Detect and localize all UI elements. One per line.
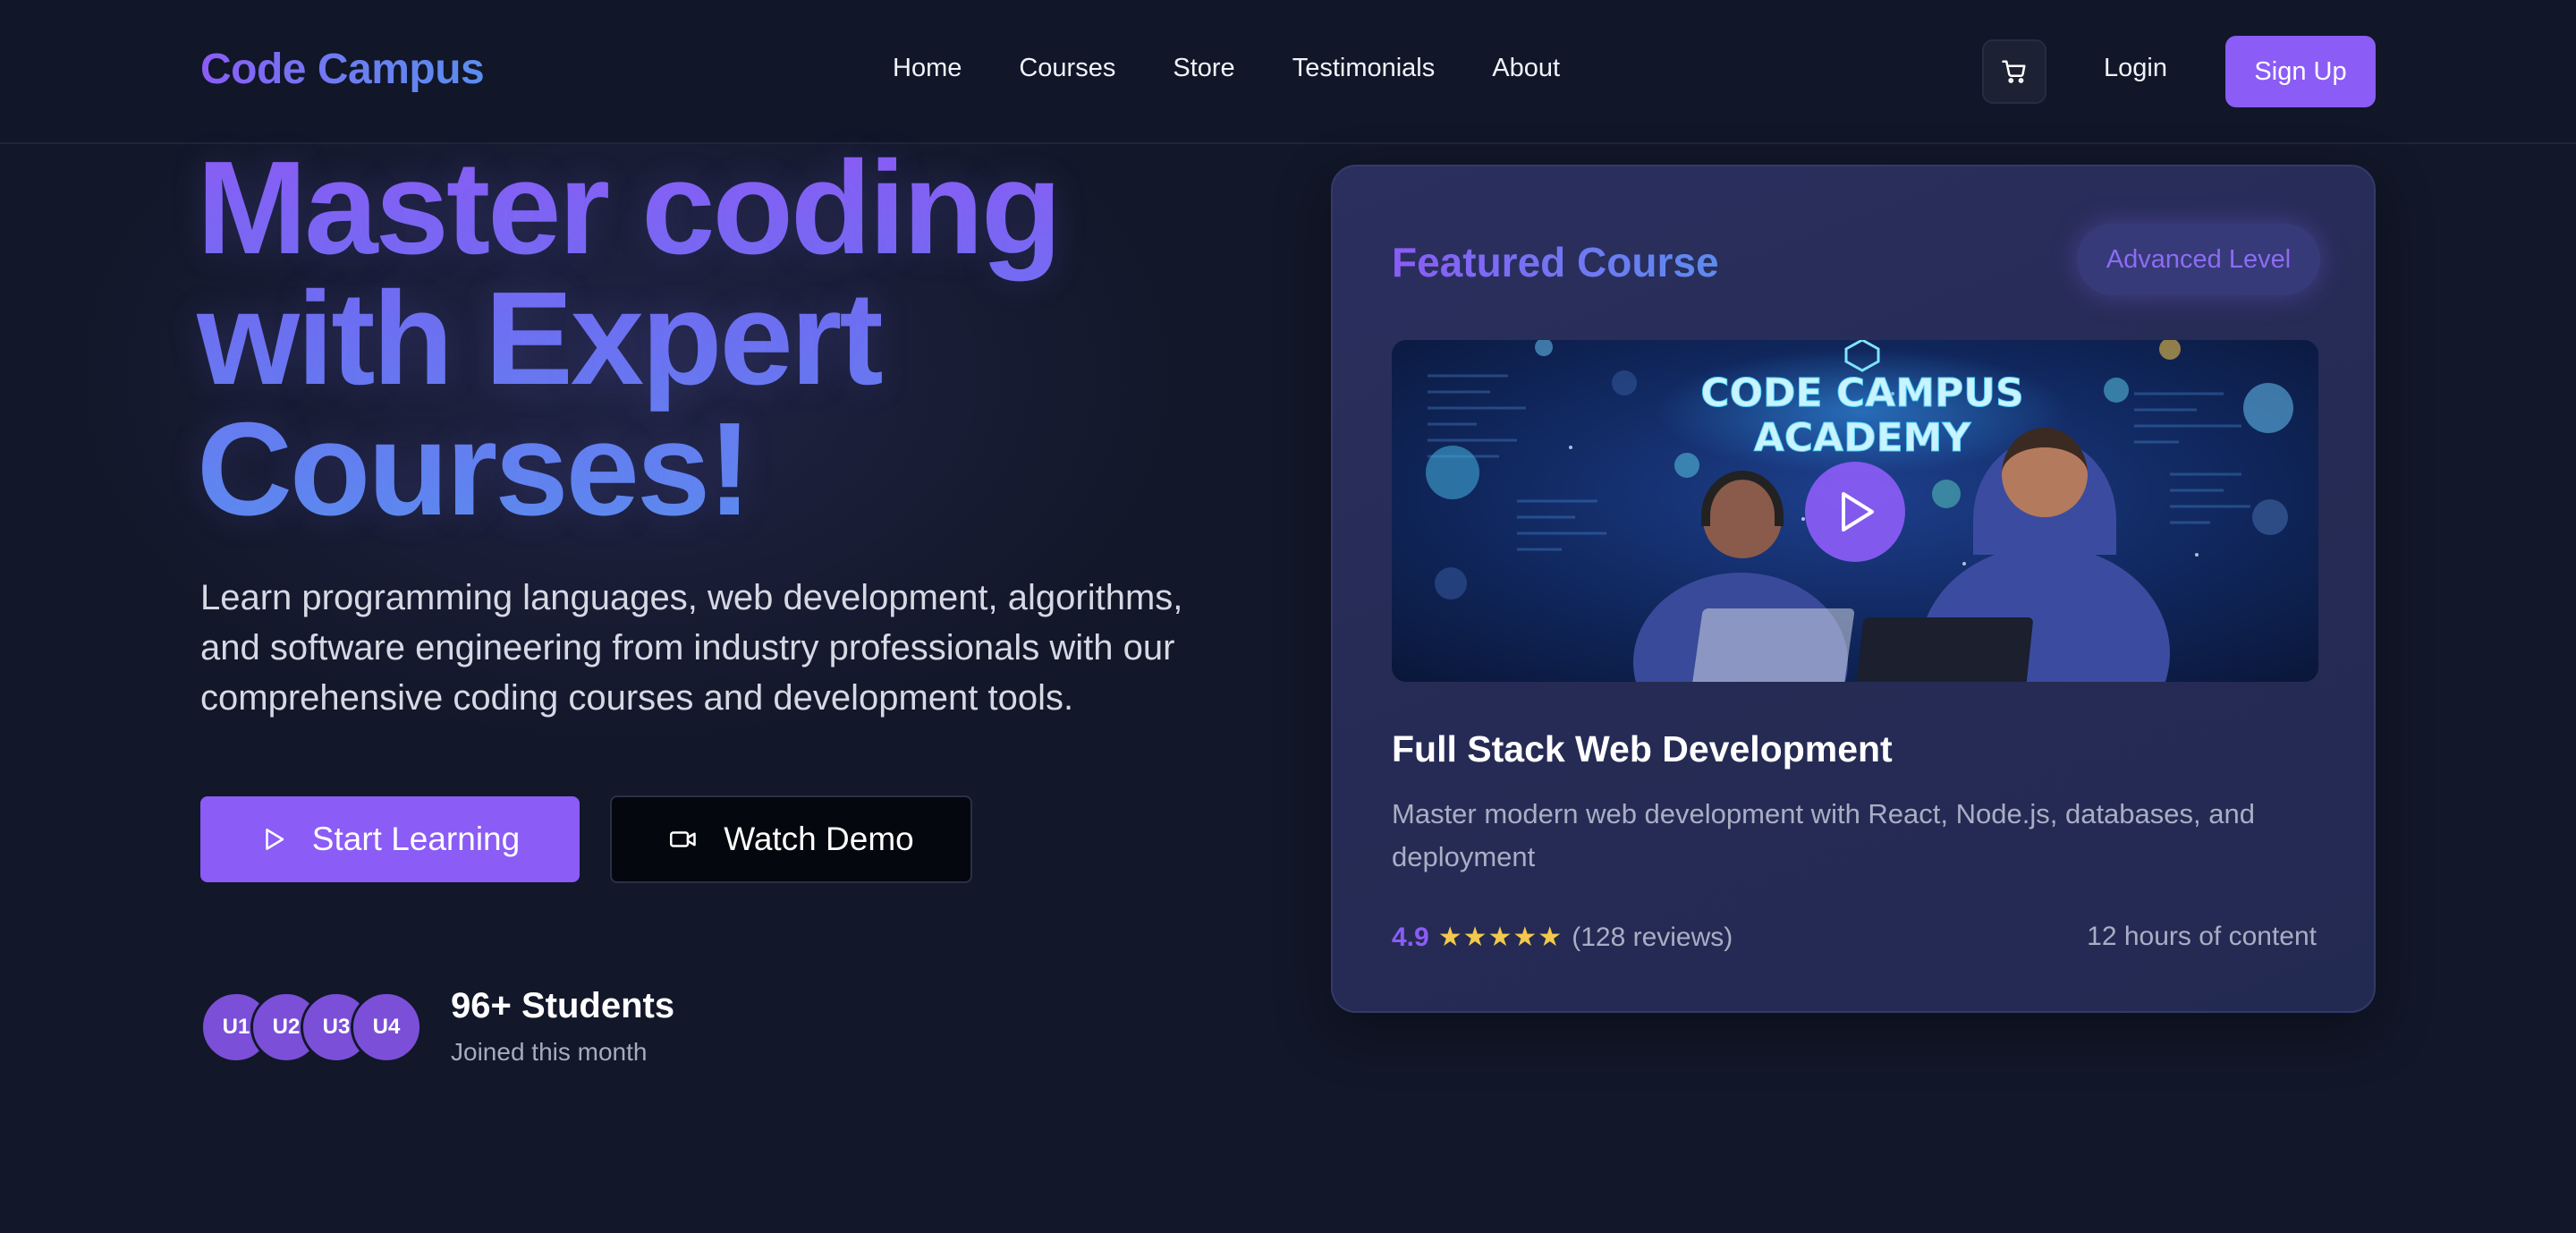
level-badge: Advanced Level: [2077, 224, 2320, 295]
hero-subtitle-line: and software engineering from industry p…: [200, 628, 1175, 668]
hero-title-line: Master coding: [197, 134, 1062, 282]
navbar: Code Campus Home Courses Store Testimoni…: [0, 0, 2576, 144]
nav-links: Home Courses Store Testimonials About: [893, 54, 1560, 83]
hero-subtitle: Learn programming languages, web develop…: [200, 573, 1202, 723]
hero-subtitle-line: comprehensive coding courses and develop…: [200, 678, 1074, 718]
video-title-line: ACADEMY: [1754, 415, 1972, 461]
cart-button[interactable]: [1982, 39, 2046, 104]
featured-label: Featured Course: [1392, 239, 1719, 285]
video-icon: [670, 831, 697, 847]
watch-demo-button[interactable]: Watch Demo: [610, 795, 972, 883]
nav-link-courses[interactable]: Courses: [1019, 54, 1115, 83]
course-video-thumbnail[interactable]: CODE CAMPUS ACADEMY: [1392, 340, 2318, 682]
rating-value: 4.9: [1392, 922, 1429, 952]
featured-course-card: Featured Course Advanced Level CODE CAMP…: [1331, 165, 2376, 1013]
nav-link-testimonials[interactable]: Testimonials: [1292, 54, 1436, 83]
hero-title-line: with Expert: [197, 265, 884, 412]
hero-title: Master coding with Expert Courses!: [197, 134, 1270, 543]
course-description-line: Master modern web development with React…: [1392, 798, 2255, 829]
video-title-line: CODE CAMPUS: [1700, 370, 2023, 416]
nav-link-home[interactable]: Home: [893, 54, 962, 83]
cart-icon: [2002, 60, 2026, 83]
course-description-line: deployment: [1392, 841, 1536, 872]
page: Code Campus Home Courses Store Testimoni…: [0, 0, 2576, 1233]
login-button[interactable]: Login: [2104, 54, 2167, 83]
hero-title-line: Courses!: [197, 395, 752, 543]
watch-demo-label: Watch Demo: [724, 821, 914, 857]
start-learning-label: Start Learning: [311, 821, 521, 857]
hero-subtitle-line: Learn programming languages, web develop…: [200, 578, 1183, 617]
course-title[interactable]: Full Stack Web Development: [1392, 728, 1893, 770]
nav-link-about[interactable]: About: [1492, 54, 1560, 83]
review-count: (128 reviews): [1572, 922, 1733, 952]
course-description: Master modern web development with React…: [1392, 793, 2322, 879]
students-subtitle: Joined this month: [451, 1038, 648, 1066]
star-icons: ★★★★★: [1437, 923, 1563, 952]
start-learning-button[interactable]: Start Learning: [200, 796, 580, 882]
logo[interactable]: Code Campus: [200, 45, 485, 94]
rating-row: 4.9 ★★★★★ (128 reviews): [1392, 922, 1733, 953]
signup-button[interactable]: Sign Up: [2225, 36, 2376, 107]
student-avatars: U1 U2 U3 U4: [200, 991, 422, 1063]
content-duration: 12 hours of content: [2087, 922, 2317, 951]
play-icon: [266, 829, 284, 850]
avatar: U4: [351, 991, 422, 1063]
nav-link-store[interactable]: Store: [1173, 54, 1234, 83]
students-count: 96+ Students: [451, 986, 675, 1025]
